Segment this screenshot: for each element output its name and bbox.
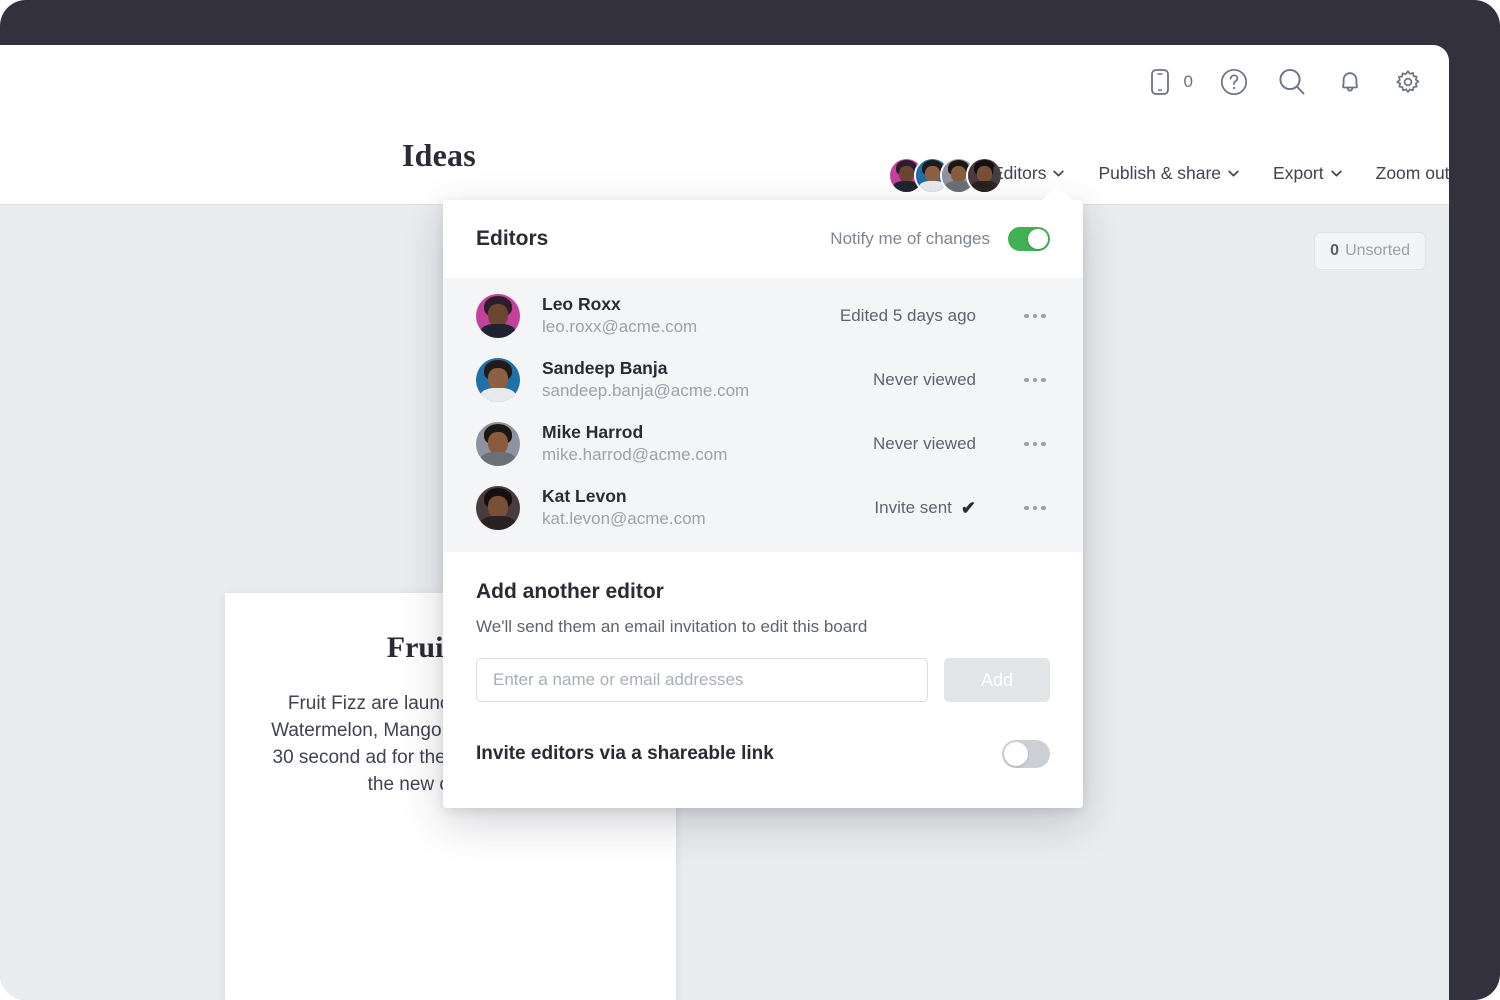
share-link-toggle[interactable]	[1002, 740, 1050, 768]
editor-row-menu-icon[interactable]	[1020, 377, 1050, 383]
editor-email: kat.levon@acme.com	[542, 509, 706, 529]
nav-publish-share-label: Publish & share	[1098, 163, 1222, 183]
table-row[interactable]: Kat Levon kat.levon@acme.com Invite sent…	[443, 476, 1083, 540]
notify-toggle[interactable]	[1008, 227, 1050, 251]
nav-publish-share[interactable]: Publish & share	[1098, 163, 1239, 184]
modal-title: Editors	[476, 227, 549, 250]
nav-zoom-out-label: Zoom out	[1375, 163, 1449, 183]
add-editor-button[interactable]: Add	[944, 658, 1050, 702]
mobile-preview-group[interactable]: 0	[1143, 65, 1193, 99]
editor-identity: Leo Roxx leo.roxx@acme.com	[542, 293, 697, 340]
editor-status: Edited 5 days ago	[840, 306, 976, 326]
editor-email-input[interactable]	[476, 658, 928, 702]
chevron-down-icon	[1053, 170, 1065, 177]
mobile-preview-icon[interactable]	[1143, 65, 1177, 99]
editor-name: Sandeep Banja	[542, 357, 668, 378]
avatar	[476, 294, 520, 338]
nav-export[interactable]: Export	[1273, 163, 1342, 184]
editor-status-text: Invite sent	[874, 498, 952, 517]
nav-editors[interactable]: Editors	[992, 163, 1065, 184]
editor-email: leo.roxx@acme.com	[542, 317, 698, 337]
editor-status-text: Never viewed	[873, 370, 976, 389]
chevron-down-icon	[1228, 170, 1239, 177]
status-badge-unsorted[interactable]: 0 Unsorted	[1314, 232, 1426, 270]
add-editor-title: Add another editor	[476, 580, 664, 603]
add-editor-subtitle: We'll send them an email invitation to e…	[476, 617, 868, 636]
nav-editors-label: Editors	[992, 163, 1047, 183]
unsorted-label: Unsorted	[1345, 242, 1410, 259]
window-frame: 0 Ideas Editors Publish & share Export Z…	[0, 0, 1500, 1000]
editor-identity: Sandeep Banja sandeep.banja@acme.com	[542, 357, 749, 404]
editor-avatar-stack[interactable]	[888, 157, 1003, 194]
toggle-knob	[1028, 229, 1048, 249]
editor-status-text: Never viewed	[873, 434, 976, 453]
add-editor-section: Add another editor We'll send them an em…	[443, 552, 1083, 702]
editor-identity: Mike Harrod mike.harrod@acme.com	[542, 421, 727, 468]
editor-email: mike.harrod@acme.com	[542, 445, 728, 465]
editor-row-menu-icon[interactable]	[1020, 313, 1050, 319]
avatar	[476, 422, 520, 466]
table-row[interactable]: Mike Harrod mike.harrod@acme.com Never v…	[443, 412, 1083, 476]
share-link-row: Invite editors via a shareable link	[443, 702, 1083, 808]
editor-identity: Kat Levon kat.levon@acme.com	[542, 485, 706, 532]
table-row[interactable]: Sandeep Banja sandeep.banja@acme.com Nev…	[443, 348, 1083, 412]
editor-status: Invite sent ✔	[874, 498, 976, 519]
editors-modal: Editors Notify me of changes Leo Roxx le…	[443, 200, 1083, 808]
share-link-label: Invite editors via a shareable link	[476, 743, 774, 764]
add-editor-controls: Add	[476, 658, 1050, 702]
modal-header: Editors Notify me of changes	[443, 200, 1083, 278]
notify-control: Notify me of changes	[830, 227, 1050, 251]
avatar	[476, 358, 520, 402]
invite-sent-check-icon: ✔	[960, 497, 976, 518]
toggle-knob	[1004, 742, 1028, 766]
header-nav: Editors Publish & share Export Zoom out	[992, 163, 1449, 184]
notify-label: Notify me of changes	[830, 229, 990, 248]
unsorted-count: 0	[1330, 242, 1340, 259]
search-icon[interactable]	[1275, 65, 1309, 99]
nav-export-label: Export	[1273, 163, 1324, 183]
editor-name: Mike Harrod	[542, 421, 644, 442]
top-icon-row: 0	[1143, 57, 1425, 107]
page-title: Ideas	[402, 137, 476, 173]
settings-icon[interactable]	[1391, 65, 1425, 99]
editor-list: Leo Roxx leo.roxx@acme.com Edited 5 days…	[443, 278, 1083, 552]
chevron-down-icon	[1330, 170, 1342, 177]
app-header: Ideas	[0, 107, 1449, 205]
nav-zoom-out[interactable]: Zoom out	[1376, 163, 1449, 184]
editor-email: sandeep.banja@acme.com	[542, 381, 750, 401]
editor-name: Leo Roxx	[542, 293, 621, 314]
editor-row-menu-icon[interactable]	[1020, 505, 1050, 511]
mobile-preview-count: 0	[1183, 72, 1193, 91]
app-panel: 0 Ideas Editors Publish & share Export Z…	[0, 45, 1449, 1000]
help-icon[interactable]	[1217, 65, 1251, 99]
table-row[interactable]: Leo Roxx leo.roxx@acme.com Edited 5 days…	[443, 284, 1083, 348]
editor-status: Never viewed	[873, 434, 976, 454]
editor-status: Never viewed	[873, 370, 976, 390]
modal-pointer-arrow	[1040, 186, 1074, 202]
editor-status-text: Edited 5 days ago	[839, 306, 976, 325]
editor-name: Kat Levon	[542, 485, 627, 506]
avatar	[476, 486, 520, 530]
editor-row-menu-icon[interactable]	[1020, 441, 1050, 447]
notifications-icon[interactable]	[1333, 65, 1367, 99]
